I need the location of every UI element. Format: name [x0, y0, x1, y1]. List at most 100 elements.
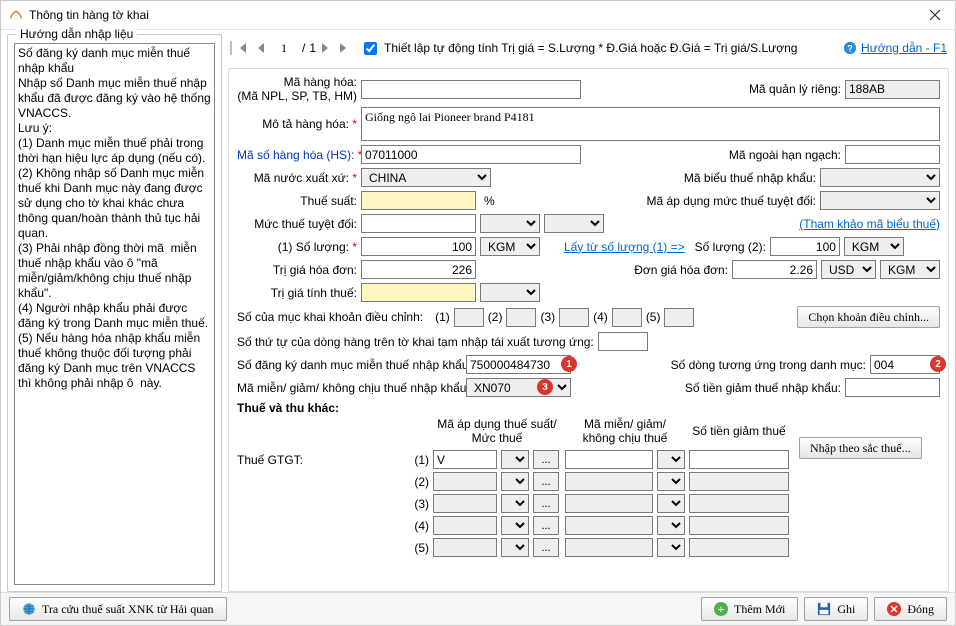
close-icon — [929, 9, 941, 21]
currency-select[interactable]: USD — [821, 260, 876, 279]
tri-gia-tinh-input[interactable] — [361, 283, 476, 302]
ma-quan-ly-rieng-input[interactable] — [845, 80, 940, 99]
ma-mien-select[interactable]: XN070 — [466, 378, 571, 397]
window-close-button[interactable] — [915, 1, 955, 29]
marker-2: 2 — [930, 356, 946, 372]
instructions-text[interactable]: Số đăng ký danh mục miễn thuế nhập khẩu … — [14, 43, 215, 585]
ma-nuoc-select[interactable]: CHINA — [361, 168, 491, 187]
muc-thue-input[interactable] — [361, 214, 476, 233]
so-dang-ky-input[interactable] — [466, 355, 571, 374]
pager-total: 1 — [309, 41, 316, 55]
tax-r4-ellipsis[interactable]: ... — [533, 516, 559, 535]
tri-gia-hd-input[interactable] — [361, 260, 476, 279]
tax-r5-mien-select[interactable] — [657, 538, 685, 557]
lookup-tax-button[interactable]: Tra cứu thuế suất XNK từ Hải quan — [9, 597, 227, 621]
tax-r5-mien-input[interactable] — [565, 538, 653, 557]
form-area: Mã hàng hóa: (Mã NPL, SP, TB, HM) Mã quả… — [228, 68, 949, 592]
chon-khoan-button[interactable]: Chọn khoản điều chỉnh... — [797, 306, 940, 328]
first-icon — [237, 43, 247, 53]
tax-r2-code-select[interactable] — [501, 472, 529, 491]
price-unit-select[interactable]: KGM — [880, 260, 940, 279]
tri-gia-tinh-ccy-select[interactable] — [480, 283, 540, 302]
so-luong2-label: Số lượng (2): — [695, 240, 766, 254]
tax-r2-ellipsis[interactable]: ... — [533, 472, 559, 491]
muc-num-1: (1) — [435, 310, 450, 324]
tax-r4-mien-select[interactable] — [657, 516, 685, 535]
marker-3: 3 — [537, 379, 553, 395]
pager-slash: / — [300, 41, 307, 55]
don-gia-input[interactable] — [732, 260, 817, 279]
tax-r2-mien-select[interactable] — [657, 472, 685, 491]
auto-calc-checkbox[interactable]: Thiết lập tự động tính Trị giá = S.Lượng… — [360, 39, 797, 58]
help-link[interactable]: ? Hướng dẫn - F1 — [843, 41, 947, 55]
tax-r3-code-select[interactable] — [501, 494, 529, 513]
tax-r1-amount-input[interactable] — [689, 450, 789, 469]
muc-thue-label: Mức thuế tuyệt đối: — [237, 217, 357, 231]
so-luong2-input[interactable] — [770, 237, 840, 256]
footer-bar: Tra cứu thuế suất XNK từ Hải quan + Thêm… — [1, 592, 955, 625]
tax-r1-code-input[interactable] — [433, 450, 497, 469]
tax-r2-mien-input[interactable] — [565, 472, 653, 491]
close-red-icon — [887, 602, 901, 616]
instructions-panel: Hướng dẫn nhập liệu Số đăng ký danh mục … — [7, 34, 222, 592]
tax-hdr-ma-ap-dung: Mã áp dụng thuế suất/ Mức thuế — [433, 417, 561, 447]
nhap-theo-button[interactable]: Nhập theo sắc thuế... — [799, 437, 922, 459]
muc-input-3[interactable] — [559, 308, 589, 327]
tax-r1-code-select[interactable] — [501, 450, 529, 469]
tax-r4-code-input[interactable] — [433, 516, 497, 535]
ma-bieu-select[interactable] — [820, 168, 940, 187]
pager-first-button[interactable] — [234, 38, 250, 58]
hs-input[interactable] — [361, 145, 581, 164]
pager-prev-button[interactable] — [252, 38, 268, 58]
globe-icon — [22, 602, 36, 616]
ma-ngoai-input[interactable] — [845, 145, 940, 164]
tax-r3-mien-input[interactable] — [565, 494, 653, 513]
pager-next-button[interactable] — [318, 38, 334, 58]
tax-r3-code-input[interactable] — [433, 494, 497, 513]
muc-num-4: (4) — [593, 310, 608, 324]
tax-r1-mien-select[interactable] — [657, 450, 685, 469]
tax-r1-mien-input[interactable] — [565, 450, 653, 469]
unit1-select[interactable]: KGM — [480, 237, 540, 256]
stt-dong-input[interactable] — [598, 332, 648, 351]
tax-r4-amount-input[interactable] — [689, 516, 789, 535]
lay-tu-link[interactable]: Lấy từ số lượng (1) => — [564, 240, 685, 254]
muc-khoan-label: Số của mục khai khoản điều chỉnh: — [237, 310, 423, 324]
tax-r3-amount-input[interactable] — [689, 494, 789, 513]
so-luong1-input[interactable] — [361, 237, 476, 256]
unit2-select[interactable]: KGM — [844, 237, 904, 256]
thue-suat-input[interactable] — [361, 191, 476, 210]
muc-input-2[interactable] — [506, 308, 536, 327]
muc-thue-unit-select[interactable] — [544, 214, 604, 233]
auto-calc-checkbox-input[interactable] — [364, 42, 377, 55]
ma-ngoai-label: Mã ngoài hạn ngạch: — [729, 148, 841, 162]
tham-khao-link[interactable]: (Tham khảo mã biểu thuế) — [799, 217, 940, 231]
tax-r5-amount-input[interactable] — [689, 538, 789, 557]
pager-last-button[interactable] — [336, 38, 352, 58]
tax-r1-ellipsis[interactable]: ... — [533, 450, 559, 469]
add-button[interactable]: + Thêm Mới — [701, 597, 798, 621]
muc-thue-ccy-select[interactable] — [480, 214, 540, 233]
tax-r4-code-select[interactable] — [501, 516, 529, 535]
tax-r2-amount-input[interactable] — [689, 472, 789, 491]
tax-r2-code-input[interactable] — [433, 472, 497, 491]
svg-text:?: ? — [847, 44, 852, 54]
tax-r5-code-select[interactable] — [501, 538, 529, 557]
tax-r4-mien-input[interactable] — [565, 516, 653, 535]
instructions-heading: Hướng dẫn nhập liệu — [16, 27, 137, 41]
plus-icon: + — [714, 602, 728, 616]
mo-ta-input[interactable]: Giống ngô lai Pioneer brand P4181 — [361, 107, 940, 141]
tax-r5-code-input[interactable] — [433, 538, 497, 557]
muc-input-4[interactable] — [612, 308, 642, 327]
tax-r3-mien-select[interactable] — [657, 494, 685, 513]
pager-current-input[interactable] — [270, 39, 298, 57]
ma-ap-dung-select[interactable] — [820, 191, 940, 210]
tax-r3-ellipsis[interactable]: ... — [533, 494, 559, 513]
tax-r5-ellipsis[interactable]: ... — [533, 538, 559, 557]
close-button[interactable]: Đóng — [874, 597, 947, 621]
muc-input-1[interactable] — [454, 308, 484, 327]
so-tien-giam-input[interactable] — [845, 378, 940, 397]
ma-hang-hoa-input[interactable] — [361, 80, 581, 99]
save-button[interactable]: Ghi — [804, 597, 868, 621]
muc-input-5[interactable] — [664, 308, 694, 327]
